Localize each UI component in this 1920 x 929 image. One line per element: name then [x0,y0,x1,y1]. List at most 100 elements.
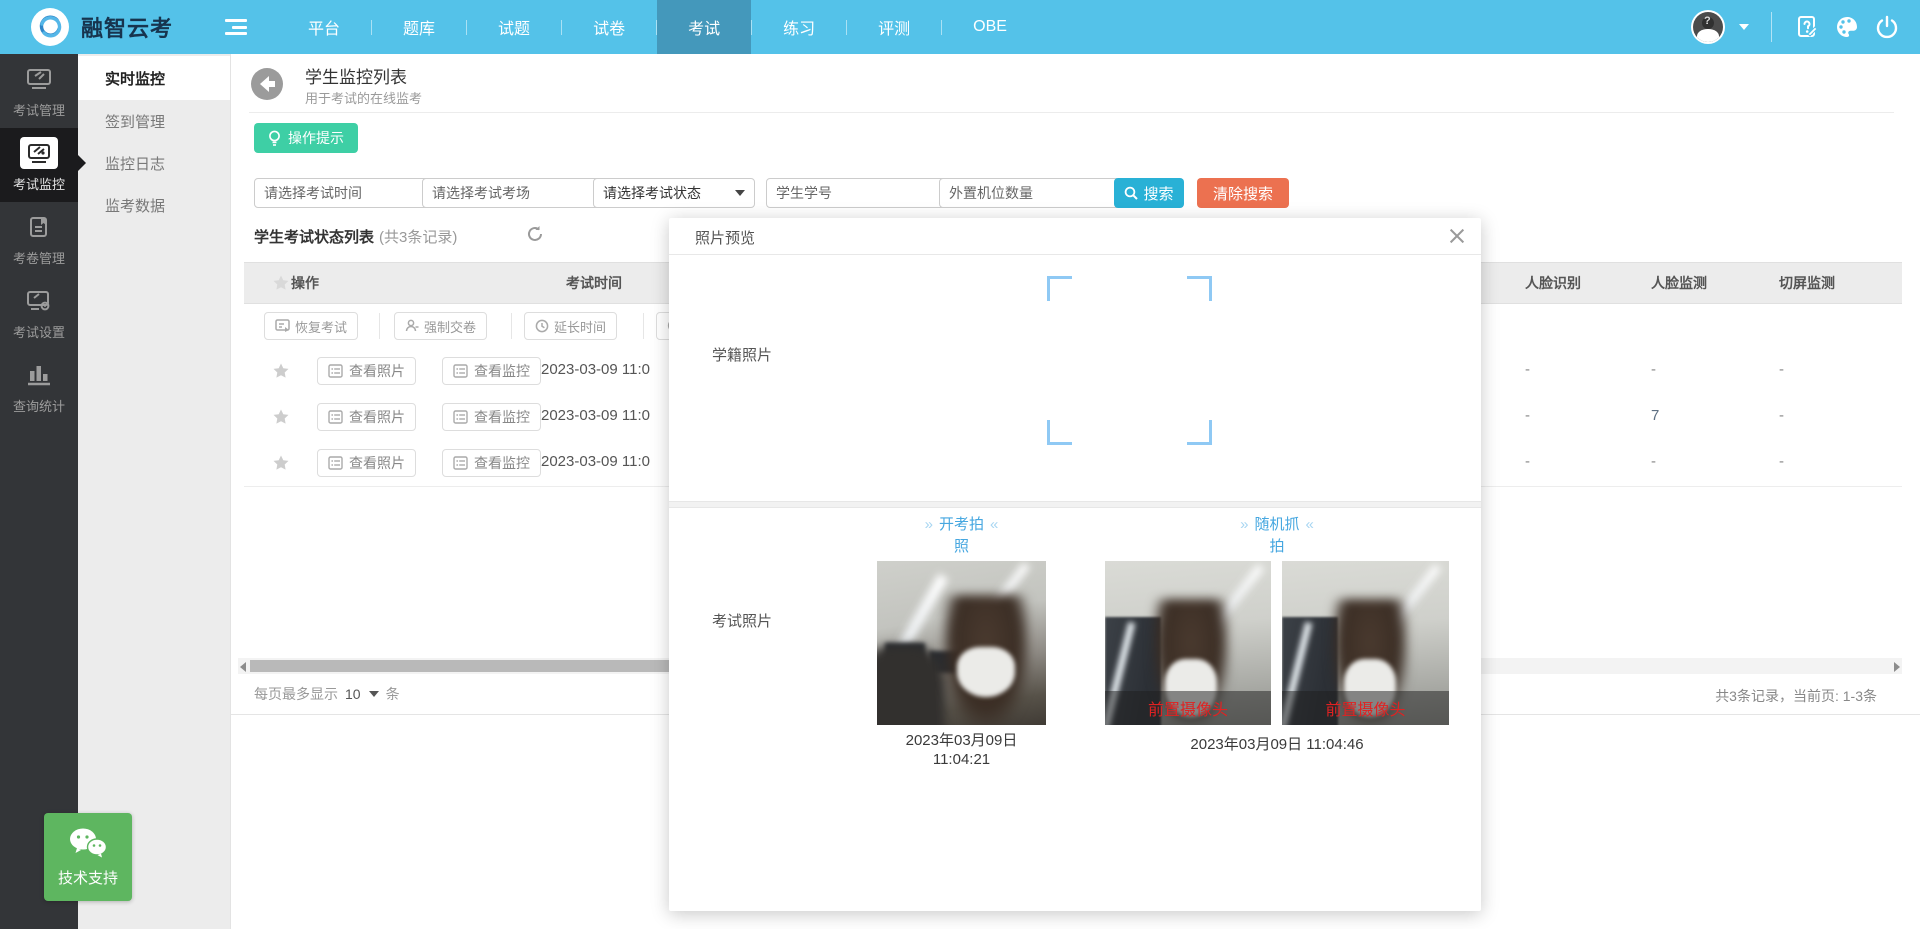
exam-start-photo[interactable] [877,561,1046,725]
select-caret-icon [735,190,745,196]
scroll-left-arrow[interactable] [240,662,246,672]
extend-time-button[interactable]: 延长时间 [524,312,617,340]
sidebar-item-exam-settings[interactable]: 考试设置 [0,276,78,350]
nav-item-evaluation[interactable]: 评测 [847,0,941,54]
random-capture-photo[interactable]: 前置摄像头 [1282,561,1449,725]
view-photos-label: 查看照片 [349,361,405,381]
sidebar-item-query-statistics[interactable]: 查询统计 [0,350,78,424]
favorite-star-icon[interactable] [272,454,290,472]
view-photos-button[interactable]: 查看照片 [317,403,416,431]
help-doc-icon[interactable] [1794,14,1820,40]
primary-sidebar: 考试管理 考试监控 考卷管理 考试设置 查询统计 [0,54,78,929]
exam-time-cell: 2023-03-09 11:0 [541,361,650,378]
sidebar-item-label: 查询统计 [13,396,65,415]
submenu-item-realtime-monitoring[interactable]: 实时监控 [78,56,230,100]
photo-placeholder-frame [1047,276,1212,445]
nav-item-practice[interactable]: 练习 [752,0,846,54]
exam-management-icon [20,63,58,95]
exam-start-photo-tab[interactable]: »开考拍« 照 [877,514,1046,558]
avatar-person-icon: ? [1693,12,1723,42]
chevron-left-deco: « [990,516,998,533]
favorite-star-icon[interactable] [272,408,290,426]
nav-item-platform[interactable]: 平台 [277,0,371,54]
nav-item-exams[interactable]: 考试 [657,0,751,54]
submenu-item-checkin-management[interactable]: 签到管理 [78,100,230,142]
pagination-summary: 共3条记录，当前页: 1-3条 [1715,686,1877,706]
page-size-value: 10 [345,686,361,702]
random-capture-label-line1: 随机抓 [1254,516,1299,533]
camera-warning-band: 前置摄像头 [1282,691,1449,725]
random-capture-photo[interactable]: 前置摄像头 [1105,561,1271,725]
back-button[interactable] [249,66,285,102]
frame-corner-icon [1187,276,1212,301]
table-title: 学生考试状态列表(共3条记录) [254,226,457,247]
user-avatar[interactable]: ? [1691,10,1725,44]
user-menu-caret-icon[interactable] [1739,24,1749,30]
clear-search-label: 清除搜索 [1213,183,1273,204]
table-record-count: (共3条记录) [379,229,457,246]
nav-item-question-bank[interactable]: 题库 [372,0,466,54]
view-photos-button[interactable]: 查看照片 [317,449,416,477]
page-size-prefix: 每页最多显示 [254,684,338,704]
batch-separator [643,313,644,339]
view-monitoring-button[interactable]: 查看监控 [442,357,541,385]
exam-status-selected-value: 请选择考试状态 [603,183,701,203]
exam-time-cell: 2023-03-09 11:0 [541,453,650,470]
sidebar-item-exam-monitoring[interactable]: 考试监控 [0,128,78,202]
frame-corner-icon [1187,420,1212,445]
chevron-left-deco: « [1306,516,1314,533]
resume-exam-button[interactable]: 恢复考试 [264,312,358,340]
extend-time-label: 延长时间 [554,317,606,336]
view-monitoring-label: 查看监控 [474,453,530,473]
page-size-select[interactable]: 10 [345,686,379,702]
exam-time-input[interactable] [254,178,432,208]
sidebar-item-paper-management[interactable]: 考卷管理 [0,202,78,276]
form-list-icon [453,456,468,470]
operation-tips-label: 操作提示 [288,128,344,148]
menu-toggle-icon[interactable] [225,19,247,35]
view-monitoring-button[interactable]: 查看监控 [442,449,541,477]
force-submit-button[interactable]: 强制交卷 [394,312,487,340]
exam-status-select[interactable]: 请选择考试状态 [593,178,755,208]
random-capture-timestamp: 2023年03月09日 11:04:46 [1105,735,1449,754]
wechat-icon [67,826,109,860]
sidebar-item-label: 考卷管理 [13,248,65,267]
page-title: 学生监控列表 [305,63,407,88]
operation-tips-button[interactable]: 操作提示 [254,123,358,153]
photo-preview-modal: 照片预览 学籍照片 考试照片 »开考拍« 照 »随机抓« 拍 [669,218,1481,911]
logout-power-icon[interactable] [1874,14,1900,40]
submenu-item-proctor-data[interactable]: 监考数据 [78,184,230,226]
paper-management-icon [20,211,58,243]
theme-palette-icon[interactable] [1834,14,1860,40]
nav-item-obe[interactable]: OBE [942,0,1038,54]
search-button[interactable]: 搜索 [1114,178,1184,208]
person-icon [405,319,419,333]
exam-start-photo-label-line2: 照 [954,538,969,555]
tech-support-button[interactable]: 技术支持 [44,813,132,901]
student-id-input[interactable] [766,178,949,208]
view-photos-button[interactable]: 查看照片 [317,357,416,385]
batch-separator [511,313,512,339]
card-arrow-icon [275,319,290,333]
close-icon[interactable] [1447,226,1467,246]
random-capture-tab[interactable]: »随机抓« 拍 [1105,514,1449,558]
exam-room-input[interactable] [422,178,600,208]
modal-title: 照片预览 [695,227,755,248]
view-monitoring-button[interactable]: 查看监控 [442,403,541,431]
tech-support-label: 技术支持 [58,867,118,888]
nav-item-questions[interactable]: 试题 [467,0,561,54]
front-camera-warning-text: 前置摄像头 [1325,696,1405,720]
refresh-icon[interactable] [526,225,544,243]
clear-search-button[interactable]: 清除搜索 [1197,178,1289,208]
header-divider [249,112,1894,113]
nav-item-papers[interactable]: 试卷 [562,0,656,54]
favorite-star-icon[interactable] [272,362,290,380]
submenu-item-monitoring-logs[interactable]: 监控日志 [78,142,230,184]
main-menu: 平台 题库 试题 试卷 考试 练习 评测 OBE [277,0,1038,54]
column-header-screen-switch-monitoring: 切屏监测 [1779,263,1835,303]
chevron-right-deco: » [1240,516,1248,533]
scroll-right-arrow[interactable] [1894,662,1900,672]
external-camera-count-input[interactable] [939,178,1120,208]
sidebar-item-exam-management[interactable]: 考试管理 [0,54,78,128]
avatar-question-glyph: ? [1704,15,1711,27]
